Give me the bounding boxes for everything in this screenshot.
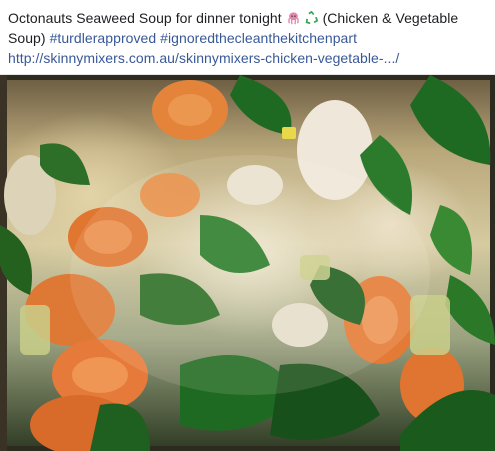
recycle-icon <box>305 11 318 25</box>
hashtag-ignoredthecleanthekitchenpart[interactable]: #ignoredthecleanthekitchenpart <box>160 30 357 46</box>
soup-photo-illustration <box>0 75 495 451</box>
octopus-emoji-icon <box>287 12 299 25</box>
post: Octonauts Seaweed Soup for dinner tonigh… <box>0 0 495 451</box>
caption-text: Octonauts Seaweed Soup for dinner tonigh… <box>8 10 286 26</box>
post-caption: Octonauts Seaweed Soup for dinner tonigh… <box>8 8 488 68</box>
recipe-link[interactable]: http://skinnymixers.com.au/skinnymixers-… <box>8 50 399 66</box>
corn-kernel <box>282 127 296 139</box>
hashtag-turdlerapproved[interactable]: #turdlerapproved <box>50 30 157 46</box>
soup-photo[interactable] <box>0 74 495 451</box>
